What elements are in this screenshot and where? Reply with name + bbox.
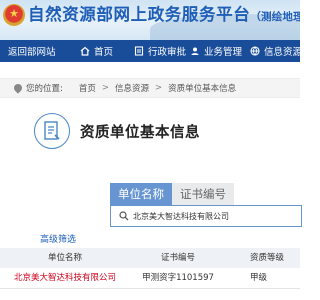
- search-box: [110, 205, 302, 227]
- row-cert-number: 甲测资字1101597: [142, 273, 214, 283]
- search-tabs: 单位名称 证书编号: [110, 183, 234, 205]
- approval-icon: [134, 46, 144, 56]
- location-pin-icon: [12, 82, 24, 94]
- tab-unit-name[interactable]: 单位名称: [110, 183, 172, 205]
- row-divider: [0, 288, 300, 289]
- site-title-subtitle: （测绘地理信息）: [250, 11, 300, 23]
- site-title: 自然资源部网上政务服务平台（测绘地理信息）: [28, 5, 300, 27]
- nav-admin-label: 行政审批: [148, 47, 187, 58]
- row-level: 甲级: [250, 273, 268, 283]
- panel-heading: 资质单位基本信息: [34, 113, 200, 149]
- breadcrumb-current: 资质单位基本信息: [168, 84, 237, 94]
- row-unit-name-link[interactable]: 北京美大智达科技有限公司: [6, 268, 124, 288]
- column-header-cert-number: 证书编号: [160, 253, 195, 263]
- breadcrumb-separator: >: [155, 83, 163, 93]
- breadcrumb-home[interactable]: 首页: [79, 82, 96, 94]
- home-icon: [80, 46, 90, 56]
- national-emblem-icon: ★: [3, 4, 25, 26]
- column-header-level: 资质等级: [250, 253, 285, 263]
- nav-back-label: 返回部网站: [8, 47, 56, 58]
- search-input[interactable]: [133, 211, 293, 221]
- tab-cert-number[interactable]: 证书编号: [172, 183, 234, 205]
- table-header: 单位名称 证书编号 资质等级: [0, 248, 300, 268]
- breadcrumb-info-resources[interactable]: 信息资源: [115, 82, 149, 94]
- nav-business-management[interactable]: 业务管理: [186, 40, 248, 62]
- search-icon: [119, 211, 129, 221]
- nav-home-label: 首页: [94, 47, 114, 58]
- nav-back-to-ministry[interactable]: 返回部网站: [0, 40, 68, 62]
- nav-home[interactable]: 首页: [68, 40, 128, 62]
- nav-info-label: 信息资源: [264, 47, 303, 58]
- site-title-main: 自然资源部网上政务服务平台: [28, 5, 251, 24]
- nav-info-resources[interactable]: 信息资源: [248, 40, 303, 62]
- nav-admin-approval[interactable]: 行政审批: [128, 40, 186, 62]
- column-header-unit-name: 单位名称: [47, 253, 82, 263]
- nav-business-label: 业务管理: [204, 47, 243, 58]
- advanced-filter-link[interactable]: 高级筛选: [40, 232, 76, 245]
- document-icon: [34, 113, 70, 149]
- table-row: 北京美大智达科技有限公司 甲测资字1101597 甲级: [0, 268, 300, 288]
- globe-icon: [250, 46, 260, 56]
- breadcrumb-separator: >: [101, 83, 110, 93]
- site-header: ★ 自然资源部网上政务服务平台（测绘地理信息）: [0, 0, 300, 40]
- main-nav: 返回部网站 首页 行政审批 业务管理 信息资源: [0, 40, 303, 62]
- page-title: 资质单位基本信息: [80, 124, 200, 141]
- breadcrumb-prefix: 您的位置:: [26, 84, 63, 94]
- business-icon: [190, 46, 200, 56]
- breadcrumb: 您的位置: 首页 > 信息资源 > 资质单位基本信息: [0, 78, 300, 98]
